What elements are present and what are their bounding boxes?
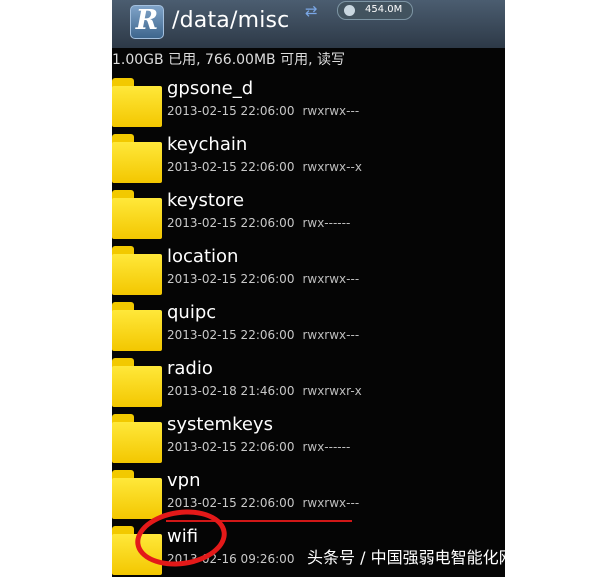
file-manager-window: R /data/misc ⇄ 454.0M 1.00GB 已用, 766.00M…	[112, 0, 505, 577]
folder-meta: 2013-02-18 21:46:00 rwxrwxr-x	[167, 384, 362, 398]
folder-icon	[112, 358, 162, 407]
folder-name: keychain	[167, 134, 248, 155]
folder-row-radio[interactable]: radio 2013-02-18 21:46:00 rwxrwxr-x	[112, 353, 505, 409]
folder-row-keystore[interactable]: keystore 2013-02-15 22:06:00 rwx------	[112, 185, 505, 241]
folder-name: systemkeys	[167, 414, 273, 435]
app-icon-letter: R	[135, 5, 159, 36]
folder-meta: 2013-02-15 22:06:00 rwx------	[167, 440, 351, 454]
folder-name: gpsone_d	[167, 78, 254, 99]
folder-row-gpsone-d[interactable]: gpsone_d 2013-02-15 22:06:00 rwxrwx---	[112, 73, 505, 129]
folder-name: radio	[167, 358, 213, 379]
folder-meta: 2013-02-15 22:06:00 rwx------	[167, 216, 351, 230]
folder-meta: 2013-02-15 22:06:00 rwxrwx---	[167, 328, 360, 342]
storage-status-badge: 454.0M	[337, 1, 413, 20]
folder-icon	[112, 302, 162, 351]
folder-icon	[112, 190, 162, 239]
folder-icon	[112, 470, 162, 519]
folder-row-quipc[interactable]: quipc 2013-02-15 22:06:00 rwxrwx---	[112, 297, 505, 353]
current-path: /data/misc	[172, 8, 290, 33]
folder-name: keystore	[167, 190, 245, 211]
folder-meta: 2013-02-15 22:06:00 rwxrwx--x	[167, 160, 362, 174]
title-bar: R /data/misc ⇄ 454.0M	[112, 0, 505, 48]
source-watermark: 头条号 / 中国强弱电智能化网	[307, 548, 515, 567]
folder-row-systemkeys[interactable]: systemkeys 2013-02-15 22:06:00 rwx------	[112, 409, 505, 465]
folder-meta: 2013-02-15 22:06:00 rwxrwx---	[167, 104, 360, 118]
folder-name: quipc	[167, 302, 217, 323]
folder-icon	[112, 78, 162, 127]
folder-icon	[112, 134, 162, 183]
folder-icon	[112, 246, 162, 295]
folder-name: location	[167, 246, 239, 267]
transfer-icon: ⇄	[305, 2, 318, 20]
storage-status-value: 454.0M	[365, 4, 403, 15]
storage-info: 1.00GB 已用, 766.00MB 可用, 读写	[112, 48, 505, 73]
app-icon[interactable]: R	[130, 5, 164, 39]
folder-row-keychain[interactable]: keychain 2013-02-15 22:06:00 rwxrwx--x	[112, 129, 505, 185]
storage-status-icon	[344, 5, 355, 16]
folder-icon	[112, 414, 162, 463]
folder-meta: 2013-02-15 22:06:00 rwxrwx---	[167, 272, 360, 286]
folder-row-location[interactable]: location 2013-02-15 22:06:00 rwxrwx---	[112, 241, 505, 297]
folder-name: vpn	[167, 470, 201, 491]
folder-meta: 2013-02-15 22:06:00 rwxrwx---	[167, 496, 360, 510]
